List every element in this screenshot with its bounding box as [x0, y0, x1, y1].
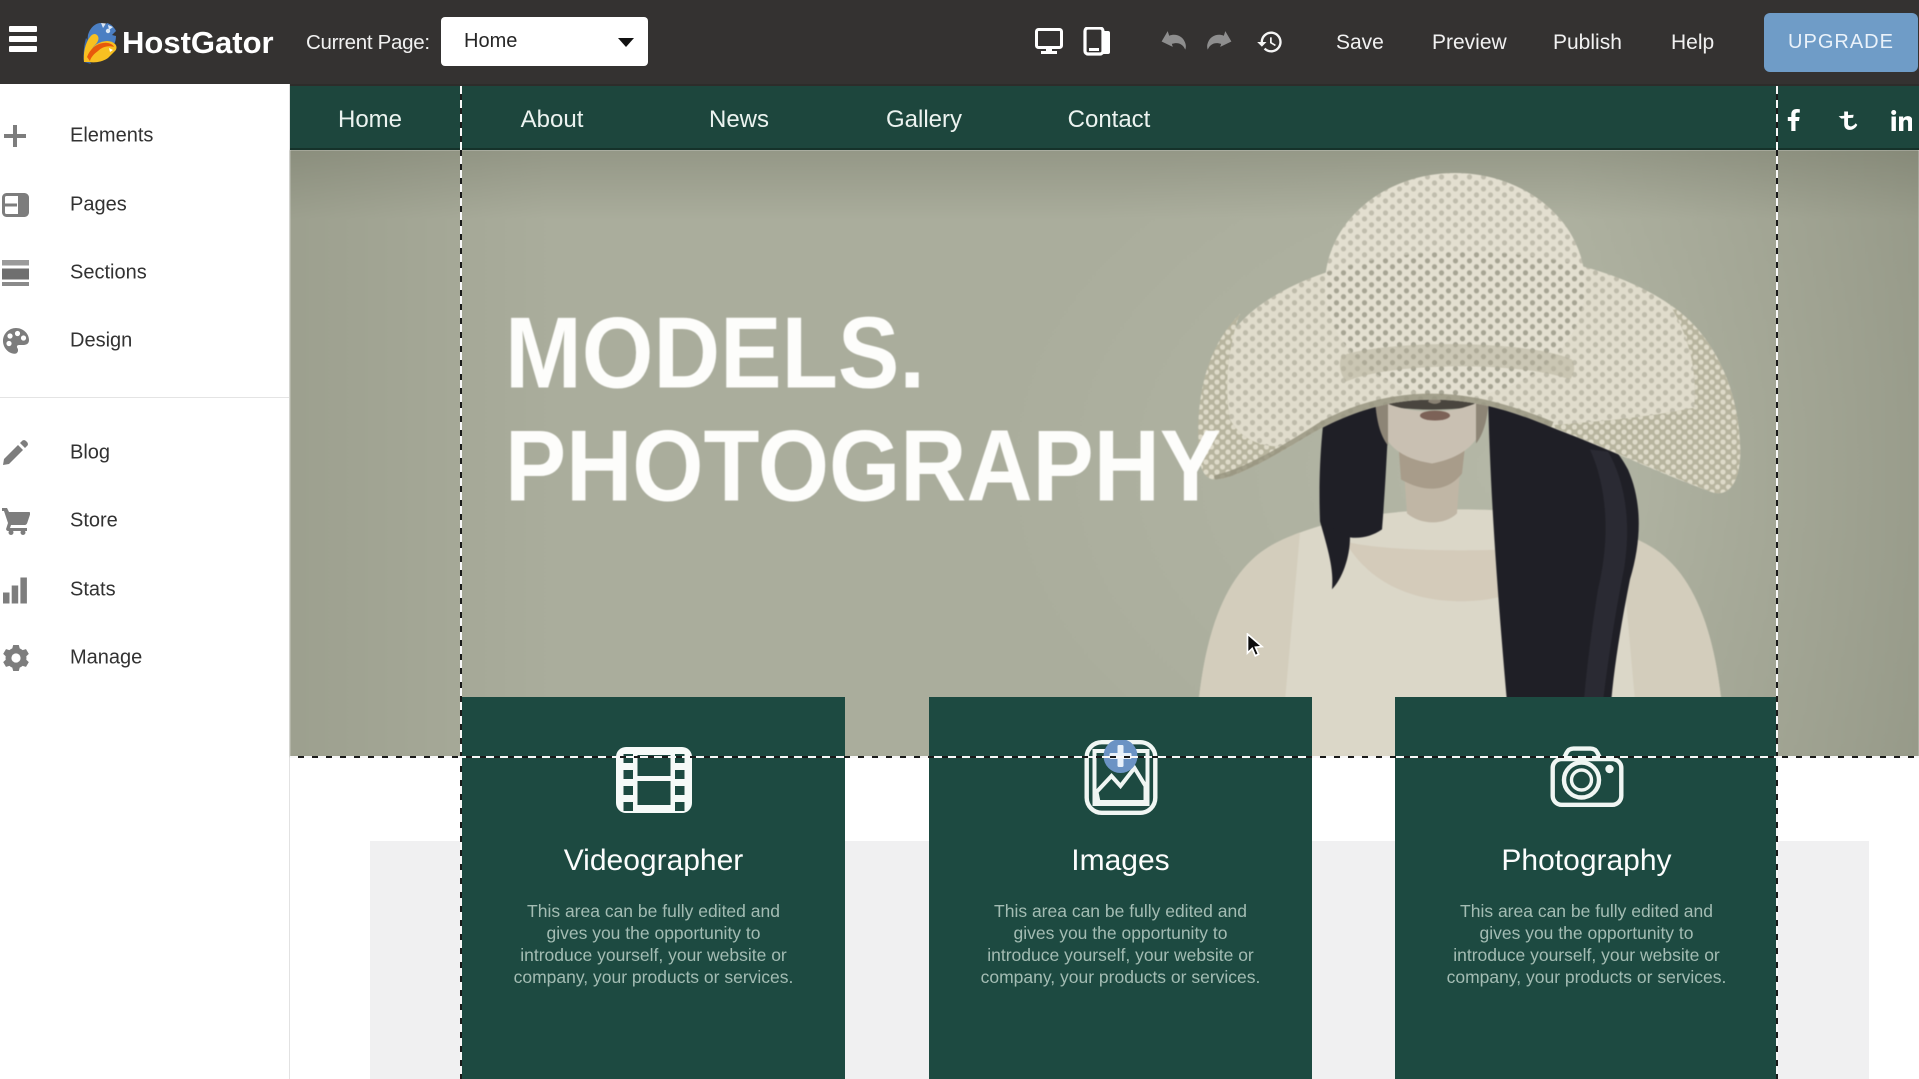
svg-text:MODELS.: MODELS.: [505, 298, 925, 410]
svg-text:PHOTOGRAPHY: PHOTOGRAPHY: [505, 410, 1221, 522]
